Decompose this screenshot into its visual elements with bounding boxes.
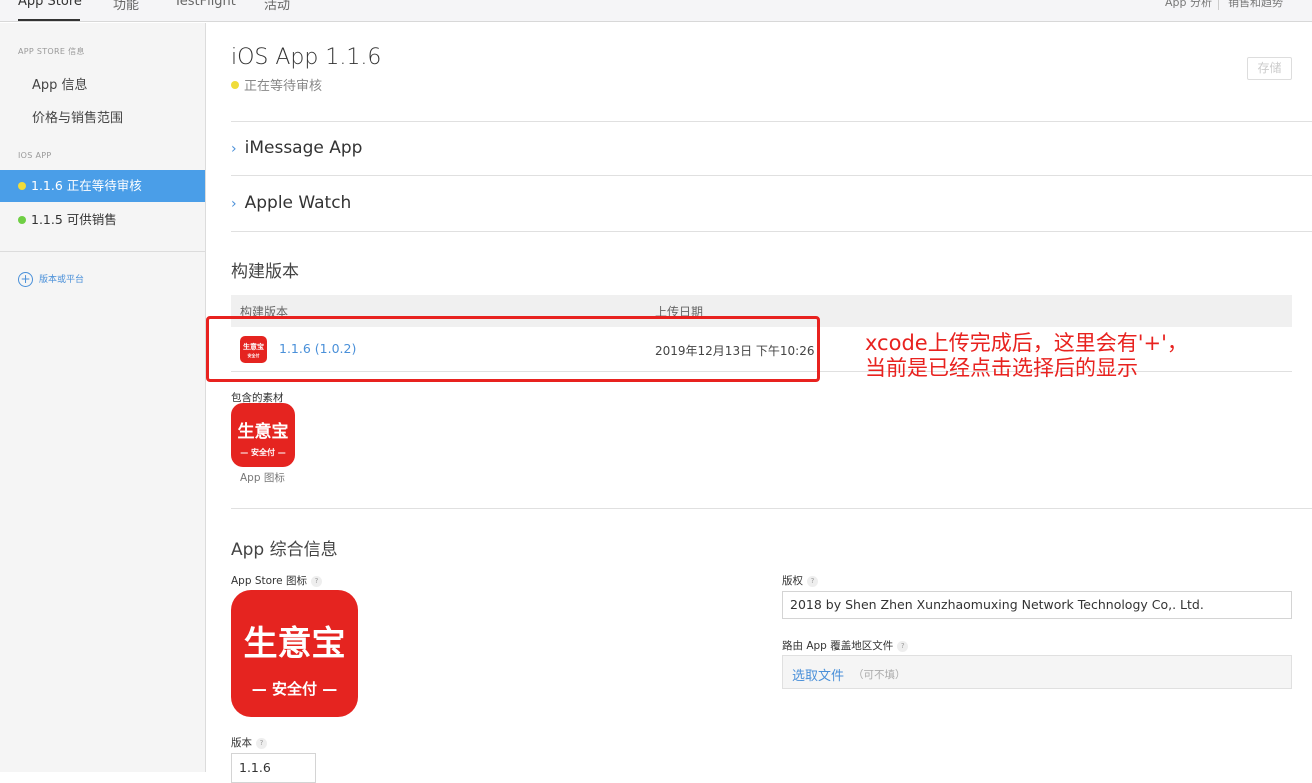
- icon-text: 生意宝: [243, 624, 346, 664]
- active-tab-indicator: [18, 19, 80, 21]
- help-icon[interactable]: ?: [807, 576, 818, 587]
- icon-text: 生意宝: [237, 422, 289, 442]
- sales-trends-link[interactable]: 销售和趋势: [1228, 0, 1283, 10]
- add-version-label: 版本或平台: [39, 275, 85, 285]
- version-label: 1.1.5 可供销售: [31, 212, 117, 227]
- optional-hint: （可不填）: [853, 669, 906, 681]
- divider: [231, 175, 1312, 176]
- status-dot-icon: [18, 182, 26, 190]
- routing-file-label: 路由 App 覆盖地区文件?: [782, 638, 909, 653]
- page-title: iOS App 1.1.6: [231, 45, 382, 70]
- help-icon[interactable]: ?: [256, 738, 267, 749]
- tab-testflight[interactable]: TestFlight: [174, 0, 236, 9]
- divider: [231, 121, 1312, 122]
- chevron-right-icon: ›: [231, 196, 237, 212]
- status-dot-icon: [18, 216, 26, 224]
- divider: [231, 508, 1312, 509]
- expander-label: iMessage App: [244, 138, 363, 158]
- status-text: 正在等待审核: [231, 75, 322, 94]
- general-info-title: App 综合信息: [231, 540, 338, 560]
- version-label: 1.1.6 正在等待审核: [31, 178, 142, 193]
- app-analytics-link[interactable]: App 分析: [1165, 0, 1212, 10]
- icon-text: — 安全付 —: [240, 448, 286, 457]
- chevron-right-icon: ›: [231, 141, 237, 157]
- label-text: 版本: [231, 737, 252, 749]
- version-field-label: 版本?: [231, 735, 267, 750]
- annotation-line-2: 当前是已经点击选择后的显示: [865, 356, 1138, 380]
- sidebar-item-pricing[interactable]: 价格与销售范围: [32, 107, 123, 126]
- routing-file-field: 选取文件 （可不填）: [782, 655, 1292, 689]
- app-icon-caption: App 图标: [240, 472, 285, 484]
- save-button[interactable]: 存储: [1247, 57, 1292, 80]
- copyright-input[interactable]: 2018 by Shen Zhen Xunzhaomuxing Network …: [782, 591, 1292, 619]
- expander-label: Apple Watch: [244, 193, 352, 213]
- icon-text: — 安全付 —: [251, 680, 338, 698]
- choose-file-button[interactable]: 选取文件: [792, 665, 844, 684]
- version-input[interactable]: 1.1.6: [231, 753, 316, 783]
- sidebar: APP STORE 信息 App 信息 价格与销售范围 IOS APP 1.1.…: [0, 23, 206, 772]
- imessage-app-expander[interactable]: › iMessage App: [231, 138, 362, 158]
- app-store-icon-image[interactable]: 生意宝 — 安全付 —: [231, 590, 358, 717]
- app-store-icon-label: App Store 图标?: [231, 573, 322, 588]
- sidebar-section-app-store: APP STORE 信息: [18, 47, 85, 56]
- annotation-highlight-box: [206, 316, 820, 382]
- help-icon[interactable]: ?: [310, 576, 322, 587]
- tab-activity[interactable]: 活动: [264, 0, 290, 13]
- label-text: 路由 App 覆盖地区文件: [782, 640, 894, 652]
- sidebar-version-1-1-5[interactable]: 1.1.5 可供销售: [0, 204, 205, 236]
- status-dot-icon: [231, 81, 239, 89]
- plus-circle-icon: +: [18, 272, 33, 287]
- add-version-button[interactable]: + 版本或平台: [18, 272, 84, 287]
- tab-app-store[interactable]: App Store: [18, 0, 82, 9]
- label-text: App Store 图标: [231, 575, 307, 587]
- sidebar-item-app-info[interactable]: App 信息: [32, 74, 88, 93]
- nav-separator: [1218, 0, 1219, 10]
- status-label: 正在等待审核: [244, 79, 323, 94]
- apple-watch-expander[interactable]: › Apple Watch: [231, 193, 351, 213]
- sidebar-version-1-1-6[interactable]: 1.1.6 正在等待审核: [0, 170, 205, 202]
- sidebar-section-ios-app: IOS APP: [18, 151, 52, 160]
- main-content: iOS App 1.1.6 正在等待审核 存储 › iMessage App › A…: [206, 23, 1312, 783]
- divider: [231, 231, 1312, 232]
- build-section-title: 构建版本: [231, 262, 299, 282]
- label-text: 版权: [782, 575, 803, 587]
- copyright-label: 版权?: [782, 573, 818, 588]
- top-nav: App Store 功能 TestFlight 活动 App 分析 销售和趋势: [0, 0, 1312, 22]
- app-icon-image: 生意宝 — 安全付 —: [231, 403, 295, 467]
- tab-features[interactable]: 功能: [113, 0, 139, 13]
- sidebar-divider: [0, 251, 205, 252]
- help-icon[interactable]: ?: [897, 641, 909, 652]
